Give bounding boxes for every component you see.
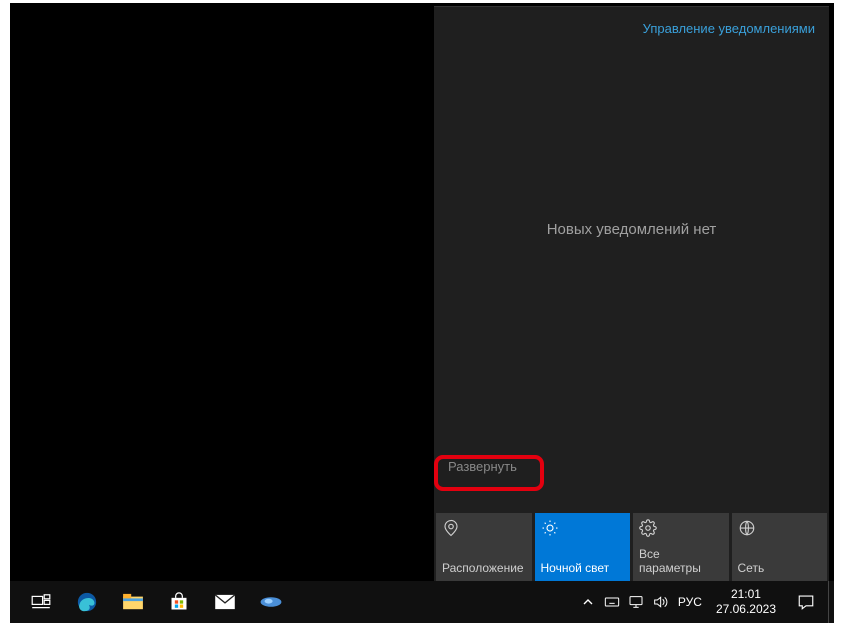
tray-keyboard[interactable] — [600, 581, 624, 623]
file-explorer-icon — [122, 593, 144, 611]
chevron-up-icon — [580, 594, 596, 610]
volume-icon — [652, 594, 668, 610]
store-button[interactable] — [156, 581, 202, 623]
paint3d-button[interactable] — [248, 581, 294, 623]
clock-date: 27.06.2023 — [716, 602, 776, 617]
task-view-button[interactable] — [18, 581, 64, 623]
taskbar: РУС 21:01 27.06.2023 — [10, 581, 834, 623]
mail-icon — [214, 594, 236, 610]
mail-button[interactable] — [202, 581, 248, 623]
manage-notifications-link[interactable]: Управление уведомлениями — [643, 21, 815, 36]
tile-network[interactable]: Сеть — [732, 513, 828, 581]
action-center-header: Управление уведомлениями — [434, 7, 829, 49]
clock-time: 21:01 — [716, 587, 776, 602]
edge-button[interactable] — [64, 581, 110, 623]
network-icon — [738, 519, 756, 537]
store-icon — [169, 592, 189, 612]
show-desktop-button[interactable] — [828, 581, 834, 623]
language-indicator[interactable]: РУС — [672, 595, 708, 609]
tile-label: Ночной свет — [541, 562, 625, 576]
tile-all-settings[interactable]: Все параметры — [633, 513, 729, 581]
keyboard-icon — [604, 594, 620, 610]
notifications-empty-text: Новых уведомлений нет — [434, 49, 829, 449]
expand-row: Развернуть — [434, 449, 829, 483]
location-icon — [442, 519, 460, 537]
taskbar-left — [18, 581, 294, 623]
task-view-icon — [31, 594, 51, 610]
tile-label: Расположение — [442, 562, 526, 576]
tray-monitor[interactable] — [624, 581, 648, 623]
tray-volume[interactable] — [648, 581, 672, 623]
sun-icon — [541, 519, 559, 537]
tile-night-light[interactable]: Ночной свет — [535, 513, 631, 581]
tray-chevron-up[interactable] — [576, 581, 600, 623]
tile-label: Все параметры — [639, 548, 723, 576]
file-explorer-button[interactable] — [110, 581, 156, 623]
tile-label: Сеть — [738, 562, 822, 576]
tile-location[interactable]: Расположение — [436, 513, 532, 581]
action-center-button[interactable] — [784, 581, 828, 623]
gear-icon — [639, 519, 657, 537]
taskbar-right: РУС 21:01 27.06.2023 — [576, 581, 834, 623]
desktop-area: Управление уведомлениями Новых уведомлен… — [10, 3, 834, 623]
paint3d-icon — [259, 594, 283, 610]
action-center-panel: Управление уведомлениями Новых уведомлен… — [434, 6, 829, 581]
monitor-icon — [628, 594, 644, 610]
clock[interactable]: 21:01 27.06.2023 — [708, 587, 784, 617]
notification-icon — [797, 593, 815, 611]
expand-button[interactable]: Развернуть — [448, 459, 517, 474]
quick-action-tiles: Расположение Ночной свет Все параметры С… — [434, 513, 829, 581]
edge-icon — [76, 591, 98, 613]
